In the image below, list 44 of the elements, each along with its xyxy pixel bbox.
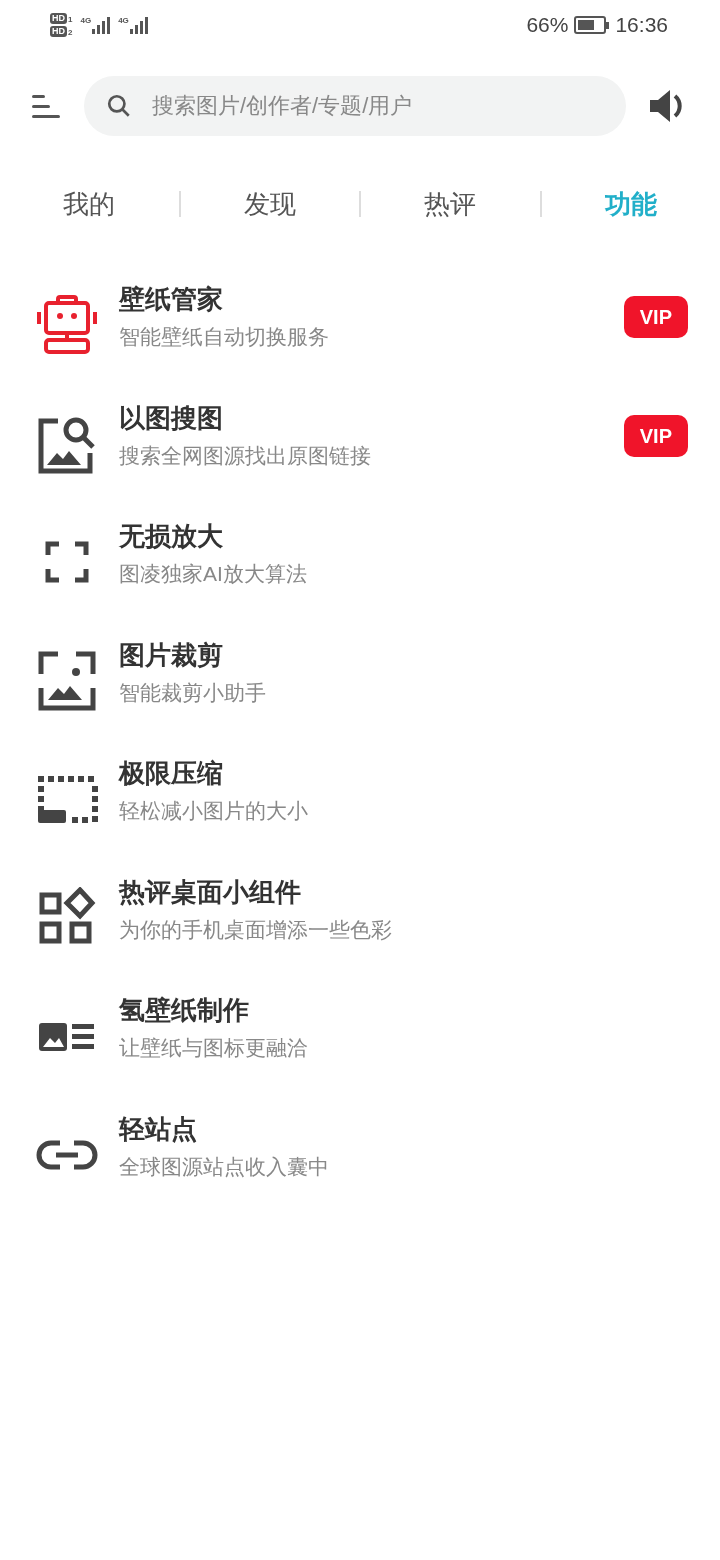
feature-title: 氢壁纸制作	[119, 994, 250, 1027]
feature-item[interactable]: 图片裁剪 智能裁剪小助手	[0, 621, 720, 740]
feature-title: 无损放大	[119, 520, 224, 553]
clock: 16:36	[615, 12, 668, 39]
feature-title: 图片裁剪	[119, 638, 224, 671]
signal-icon	[129, 16, 148, 34]
feature-title: 极限压缩	[119, 757, 224, 790]
feature-item[interactable]: 轻站点 全球图源站点收入囊中	[0, 1095, 720, 1214]
feature-title: 热评桌面小组件	[119, 875, 302, 908]
feature-item[interactable]: 极限压缩 轻松减小图片的大小	[0, 740, 720, 859]
tab[interactable]: 我的	[0, 184, 179, 224]
feature-description: 全球图源站点收入囊中	[119, 1153, 330, 1180]
feature-item[interactable]: 以图搜图 搜索全网图源找出原图链接 VIP	[0, 384, 720, 503]
sim-badge: HD	[50, 26, 67, 37]
feature-title: 轻站点	[119, 1112, 198, 1145]
vip-badge: VIP	[623, 296, 688, 339]
tab[interactable]: 热评	[361, 184, 540, 224]
feature-description: 智能壁纸自动切换服务	[119, 324, 330, 351]
vip-badge: VIP	[623, 414, 688, 457]
feature-title: 以图搜图	[119, 401, 224, 434]
feature-description: 搜索全网图源找出原图链接	[119, 442, 372, 469]
feature-item[interactable]: 热评桌面小组件 为你的手机桌面增添一些色彩	[0, 858, 720, 977]
search-field[interactable]: 搜索图片/创作者/专题/用户	[84, 76, 626, 136]
network-type: 4G	[80, 16, 92, 25]
feature-description: 为你的手机桌面增添一些色彩	[119, 916, 393, 943]
feature-title: 壁纸管家	[119, 283, 224, 316]
feature-item[interactable]: 无损放大 图凌独家AI放大算法	[0, 503, 720, 622]
sim-slot: 1	[68, 15, 73, 24]
picture-frame-icon	[36, 649, 98, 712]
battery-icon	[574, 16, 610, 34]
feature-description: 图凌独家AI放大算法	[119, 561, 308, 588]
signal-icon	[92, 16, 111, 34]
battery-percentage: 66%	[526, 12, 569, 39]
robot-icon	[36, 294, 98, 357]
network-type: 4G	[118, 16, 129, 25]
feature-item[interactable]: 壁纸管家 智能壁纸自动切换服务 VIP	[0, 266, 720, 385]
feature-item[interactable]: 氢壁纸制作 让壁纸与图标更融洽	[0, 977, 720, 1096]
tab[interactable]: 发现	[180, 184, 359, 224]
search-icon	[106, 93, 132, 119]
feature-description: 智能裁剪小助手	[119, 679, 267, 706]
sim-badge: HD	[50, 13, 67, 24]
feature-description: 轻松减小图片的大小	[119, 798, 309, 825]
sim-slot: 2	[68, 28, 73, 37]
feature-description: 让壁纸与图标更融洽	[119, 1035, 309, 1062]
